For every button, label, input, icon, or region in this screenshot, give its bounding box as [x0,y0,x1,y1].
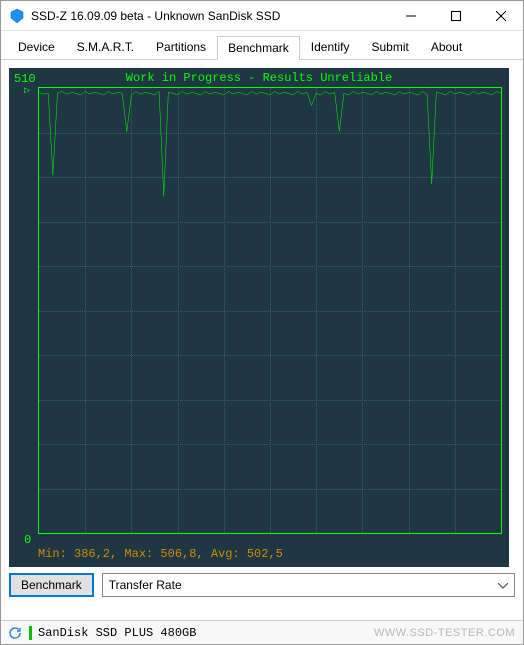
play-marker-icon: ▷ [24,85,30,97]
chevron-down-icon [498,578,508,592]
tab-about[interactable]: About [420,35,473,59]
chart-title: Work in Progress - Results Unreliable [10,69,508,87]
tab-device[interactable]: Device [7,35,66,59]
chart-stats: Min: 386,2, Max: 506,8, Avg: 502,5 [38,547,283,561]
metric-select-value: Transfer Rate [109,578,182,592]
status-divider [29,626,32,640]
benchmark-button[interactable]: Benchmark [9,573,94,597]
tab-bar: Device S.M.A.R.T. Partitions Benchmark I… [1,31,523,59]
watermark-text: WWW.SSD-TESTER.COM [374,627,515,639]
benchmark-controls: Benchmark Transfer Rate [9,573,515,597]
minimize-button[interactable] [388,1,433,30]
titlebar: SSD-Z 16.09.09 beta - Unknown SanDisk SS… [1,1,523,31]
benchmark-panel: Work in Progress - Results Unreliable 51… [1,59,523,605]
window-title: SSD-Z 16.09.09 beta - Unknown SanDisk SS… [31,9,388,23]
window-controls [388,1,523,30]
chart-plot-area [38,87,502,534]
tab-submit[interactable]: Submit [360,35,419,59]
benchmark-chart: Work in Progress - Results Unreliable 51… [9,68,509,567]
metric-select[interactable]: Transfer Rate [102,573,515,597]
tab-identify[interactable]: Identify [300,35,361,59]
tab-partitions[interactable]: Partitions [145,35,217,59]
chart-x-end-label: 0 [24,533,31,547]
app-icon [9,8,25,24]
tab-benchmark[interactable]: Benchmark [217,36,300,60]
chart-y-top-label: 510 [14,72,36,86]
status-device-name: SanDisk SSD PLUS 480GB [38,626,196,640]
refresh-icon[interactable] [7,625,23,641]
close-button[interactable] [478,1,523,30]
chart-line-svg [39,88,501,533]
tab-smart[interactable]: S.M.A.R.T. [66,35,145,59]
status-bar: SanDisk SSD PLUS 480GB WWW.SSD-TESTER.CO… [1,620,523,644]
maximize-button[interactable] [433,1,478,30]
